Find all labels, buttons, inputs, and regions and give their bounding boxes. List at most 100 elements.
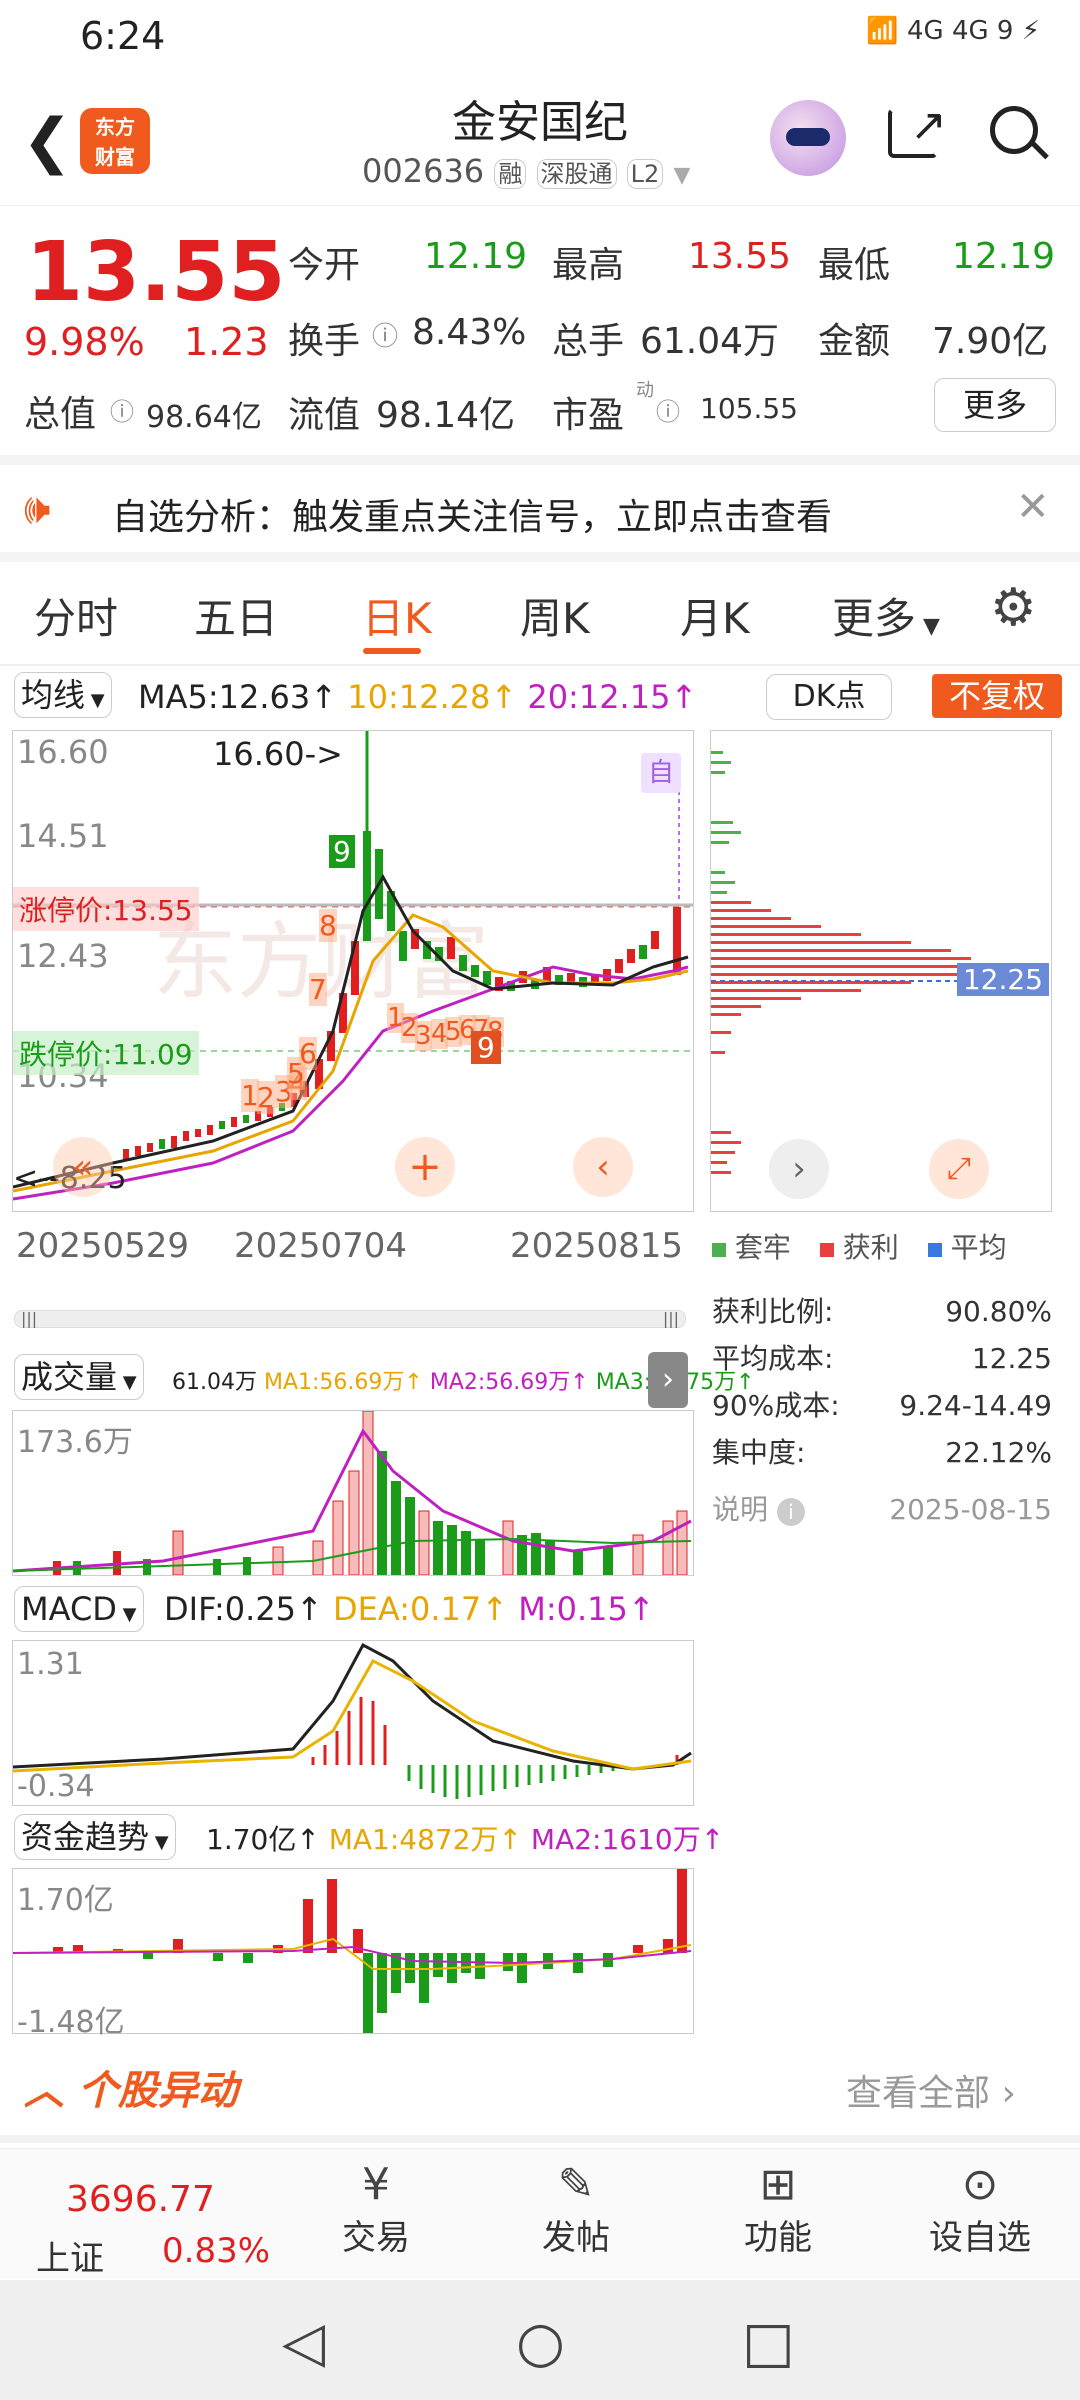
chip-row: 集中度: 22.12% — [712, 1436, 1052, 1469]
slider-handle-right[interactable]: ||| — [663, 1309, 679, 1328]
search-icon[interactable] — [990, 106, 1038, 154]
range-slider[interactable]: ||| ||| — [14, 1309, 686, 1328]
fund-selector[interactable]: 资金趋势 ▼ — [14, 1814, 176, 1860]
pe-label: 市盈 — [552, 395, 625, 436]
date-label: 20250529 — [16, 1226, 190, 1266]
robot-avatar-icon[interactable] — [770, 100, 846, 176]
nav-add-watchlist[interactable]: ⊙ 设自选 — [900, 2159, 1060, 2259]
dk-point-button[interactable]: DK点 — [766, 674, 892, 720]
movement-title[interactable]: ︿ 个股异动 — [24, 2058, 238, 2116]
ma-legend: MA5:12.63↑ 10:12.28↑ 20:12.15↑ — [138, 678, 697, 716]
signal-up: 8 — [319, 909, 337, 942]
kline-chart[interactable]: 东方财富 16.60 14.51 12.43 10.34 16.60-> <--… — [12, 730, 694, 1212]
chip-distribution[interactable]: 12.25 › ⤢ — [710, 730, 1052, 1212]
tab-more[interactable]: 更多 ▼ — [832, 585, 940, 646]
info-icon[interactable]: i — [776, 1498, 805, 1526]
float-value: 98.14亿 — [376, 395, 516, 436]
tab-intraday[interactable]: 分时 — [34, 585, 118, 646]
divider — [0, 455, 1080, 465]
more-quote-button[interactable]: 更多 — [934, 378, 1056, 432]
expand-icon[interactable]: ⤢ — [929, 1139, 989, 1199]
low-value: 12.19 — [952, 236, 1056, 277]
scroll-left-icon[interactable]: « — [53, 1137, 113, 1197]
signal-up: 6 — [299, 1037, 317, 1070]
current-price: 13.55 — [26, 225, 286, 320]
signal-down: 9 — [471, 1031, 501, 1064]
fund-chart[interactable]: 1.70亿 -1.48亿 — [12, 1868, 694, 2040]
panel-next-icon[interactable]: › — [648, 1352, 688, 1408]
high-marker: 16.60-> — [213, 735, 343, 773]
macd-chart[interactable]: 1.31 -0.34 — [12, 1640, 694, 1806]
legend-trapped: 套牢 — [734, 1231, 791, 1264]
chevron-right-icon: › — [1001, 2073, 1016, 2114]
tag-margin: 融 — [494, 159, 527, 189]
tag-level2: L2 — [626, 159, 664, 189]
tab-weekly-k[interactable]: 周K — [520, 585, 590, 646]
chip-stats: 获利比例: 90.80% 平均成本: 12.25 90%成本: 9.24-14.49 … — [712, 1288, 1052, 1533]
tab-more-label: 更多 — [832, 594, 917, 643]
nav-home-icon[interactable]: ○ — [516, 2310, 565, 2375]
tab-monthly-k[interactable]: 月K — [680, 585, 750, 646]
adjust-button[interactable]: 不复权 — [932, 674, 1062, 718]
volume-chart[interactable]: 173.6万 — [12, 1410, 694, 1576]
status-indicators: 📶 4G 4G 9 ⚡ — [866, 16, 1040, 46]
info-icon[interactable]: ⓘ — [110, 392, 134, 427]
fund-y-top: 1.70亿 — [17, 1883, 114, 1918]
tab-five-day[interactable]: 五日 — [194, 585, 278, 646]
ma-selector[interactable]: 均线 ▼ — [14, 672, 112, 718]
yen-icon: ¥ — [362, 2159, 390, 2210]
charging-icon: ⚡ — [1021, 16, 1040, 46]
volume-selector[interactable]: 成交量 ▼ — [14, 1354, 144, 1400]
slider-handle-left[interactable]: ||| — [21, 1309, 37, 1328]
chip-next-icon[interactable]: › — [769, 1139, 829, 1199]
date-label: 20250704 — [234, 1226, 408, 1266]
alert-bar[interactable]: 🕪 自选分析：触发重点关注信号，立即点击查看 ✕ — [0, 470, 1080, 550]
fund-legend: 1.70亿↑ MA1:4872万↑ MA2:1610万↑ — [206, 1823, 725, 1856]
auto-tag[interactable]: 自 — [641, 753, 681, 793]
legend-profit: 获利 — [842, 1231, 899, 1264]
speaker-icon: 🕪 — [24, 484, 51, 533]
low-label: 最低 — [818, 245, 891, 286]
index-name[interactable]: 上证 — [36, 2231, 104, 2280]
stock-code-row[interactable]: 002636 融 深股通 L2 ▼ — [362, 152, 690, 190]
edit-icon: ✎ — [557, 2159, 595, 2210]
pe-sup: 动 — [636, 380, 654, 401]
chip-bars — [711, 751, 991, 1174]
nav-functions[interactable]: ⊞ 功能 — [698, 2159, 858, 2259]
tab-daily-k[interactable]: 日K — [362, 585, 432, 646]
view-all-link[interactable]: 查看全部 › — [846, 2064, 1016, 2116]
fund-y-bottom: -1.48亿 — [17, 2005, 125, 2040]
grid-icon: ⊞ — [759, 2159, 797, 2210]
index-value[interactable]: 3696.77 — [66, 2179, 215, 2220]
fund-ma1-line — [13, 1937, 692, 1970]
stock-header: ❮ 东方 财富 金安国纪 002636 融 深股通 L2 ▼ ↗ — [0, 80, 1080, 206]
macd-selector[interactable]: MACD ▼ — [14, 1586, 144, 1632]
nav-trade[interactable]: ¥ 交易 — [296, 2159, 456, 2259]
ma10-value: 10:12.28↑ — [347, 678, 518, 716]
y-tick: 14.51 — [17, 817, 109, 855]
close-icon[interactable]: ✕ — [1016, 484, 1050, 530]
nav-recent-icon[interactable]: □ — [742, 2310, 795, 2375]
signal-up: 2 — [257, 1081, 275, 1114]
chip-note-row[interactable]: 说明 i 2025-08-15 — [712, 1486, 1052, 1533]
nav-back-icon[interactable]: ◁ — [282, 2310, 325, 2375]
index-percent[interactable]: 0.83% — [162, 2231, 270, 2271]
info-icon[interactable]: ⓘ — [656, 392, 680, 427]
bottom-nav: 3696.77 上证 0.83% ¥ 交易 ✎ 发帖 ⊞ 功能 ⊙ 设自选 — [0, 2148, 1080, 2279]
dropdown-arrow-icon[interactable]: ▼ — [673, 163, 690, 188]
settings-gear-icon[interactable]: ⚙ — [990, 578, 1037, 638]
change-amount: 1.23 — [184, 320, 269, 364]
info-icon[interactable]: ⓘ — [372, 316, 398, 353]
tab-indicator — [363, 648, 421, 654]
zoom-in-icon[interactable]: + — [395, 1137, 455, 1197]
ma20-value: 20:12.15↑ — [527, 678, 698, 716]
open-label: 今开 — [288, 245, 361, 286]
y-tick: 12.43 — [17, 937, 109, 975]
volume-label: 总手 — [552, 321, 625, 362]
mktcap-value: 98.64亿 — [146, 400, 262, 435]
limit-up-label: 涨停价:13.55 — [13, 887, 199, 931]
ma5-value: MA5:12.63↑ — [138, 678, 338, 716]
turnover-value: 8.43% — [412, 312, 527, 353]
step-left-icon[interactable]: ‹ — [573, 1137, 633, 1197]
nav-post[interactable]: ✎ 发帖 — [496, 2159, 656, 2259]
